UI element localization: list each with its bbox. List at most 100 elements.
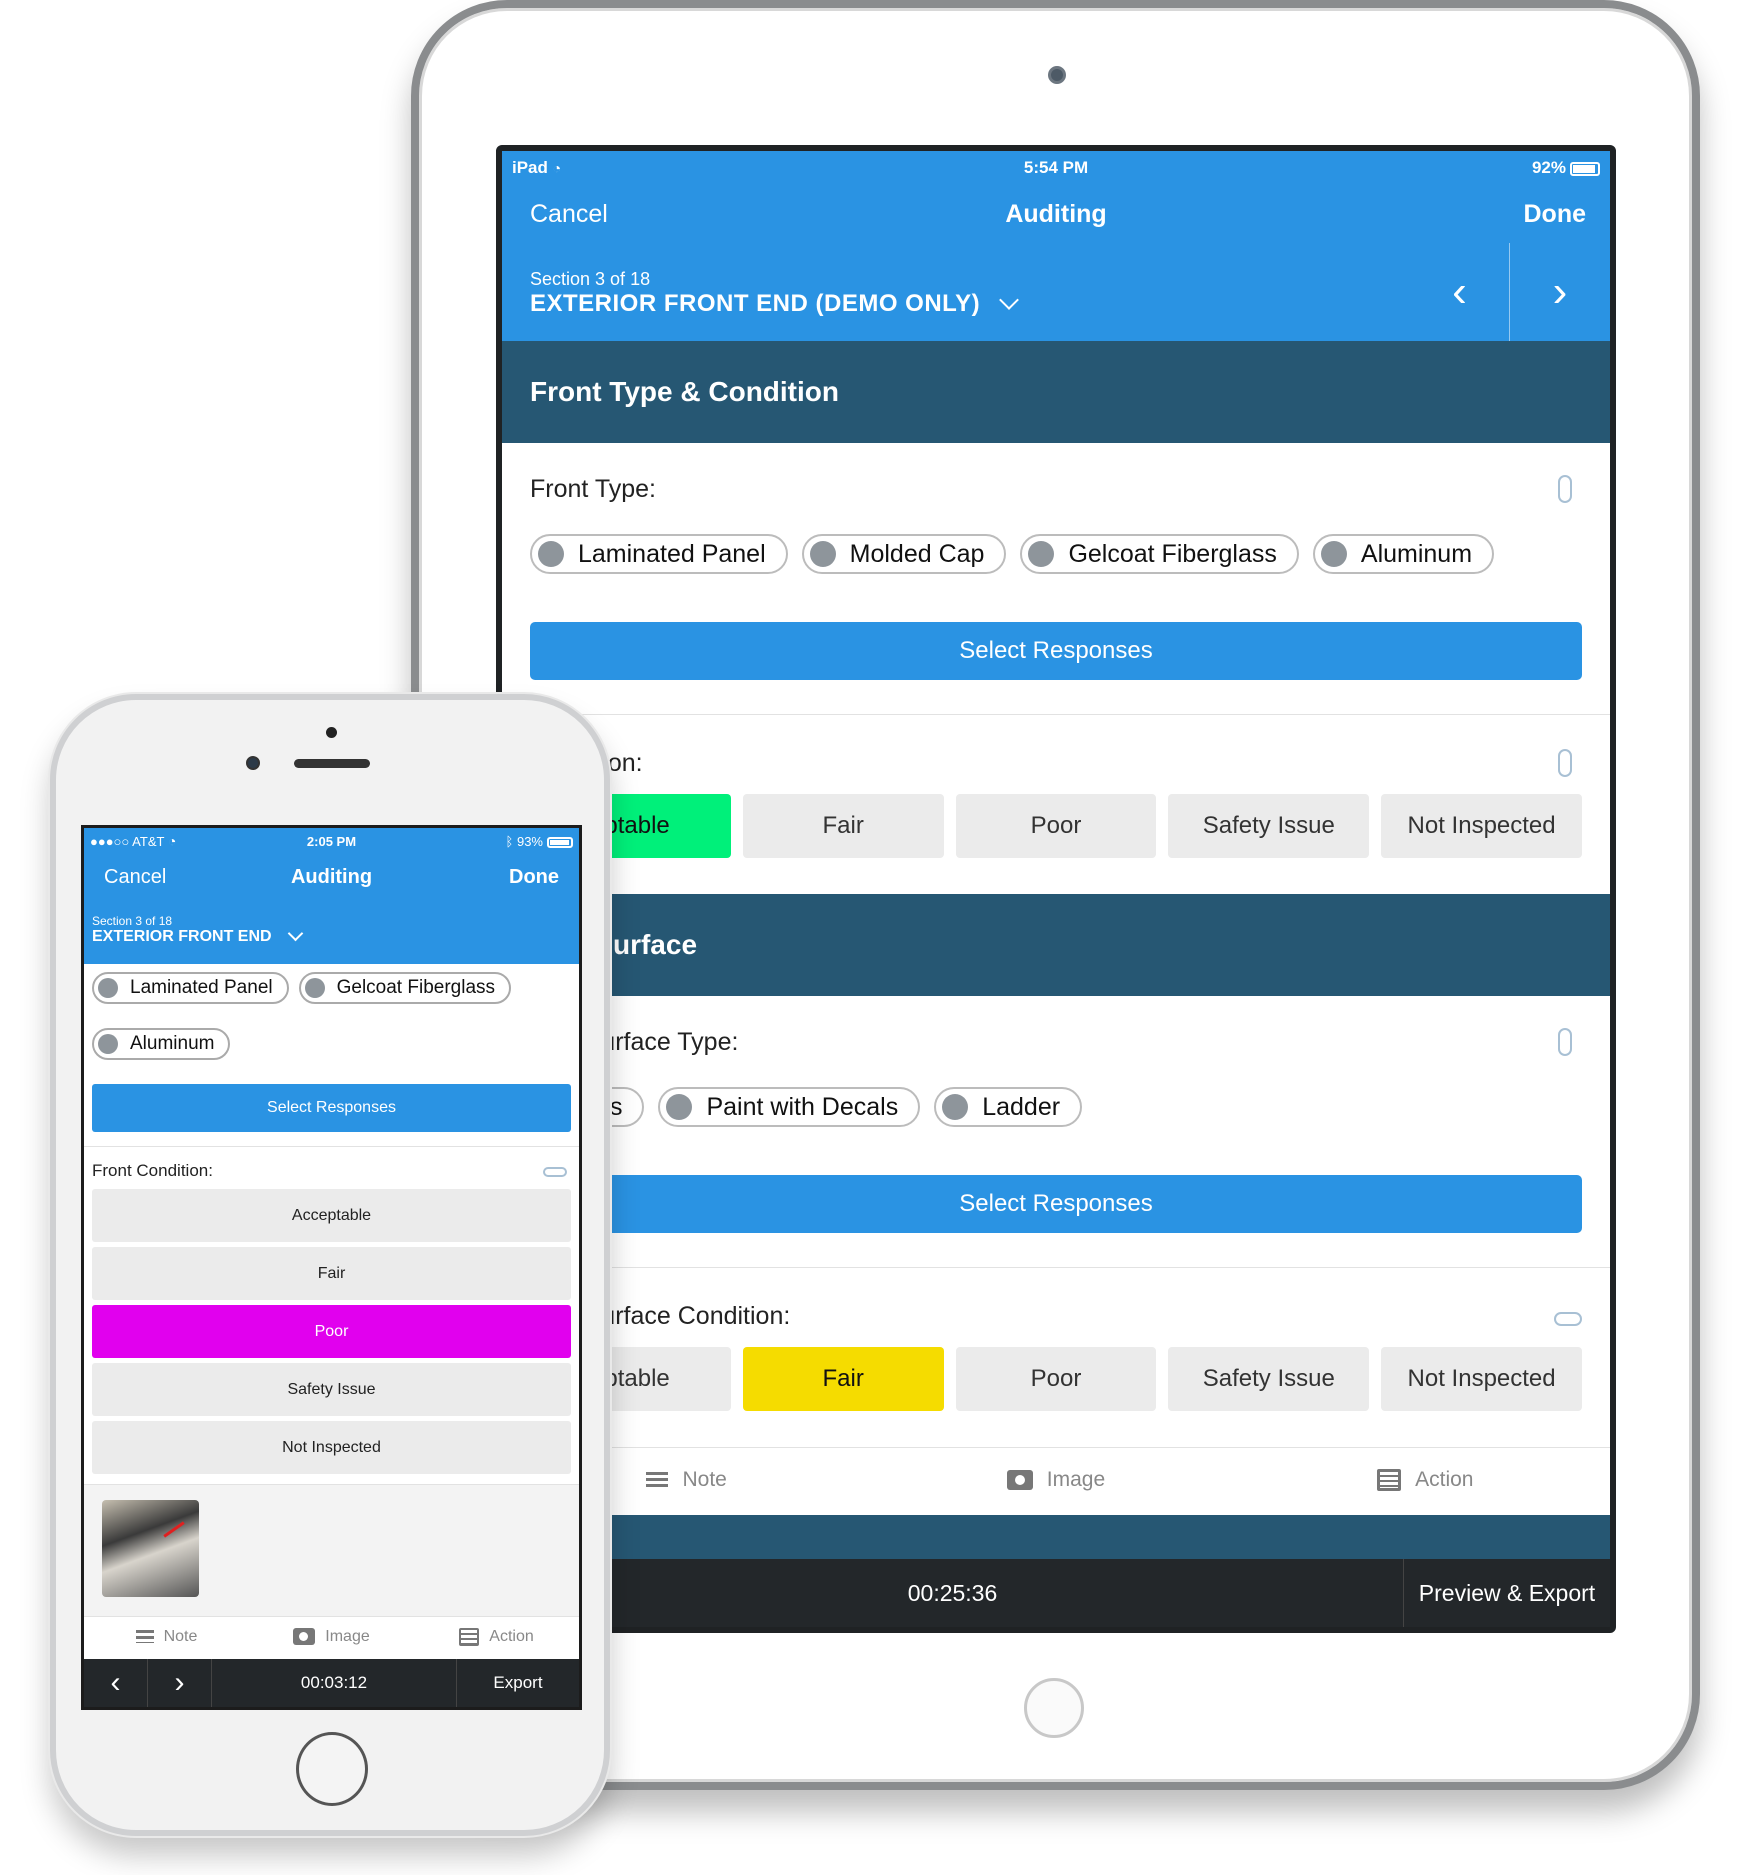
- camera-icon: [293, 1628, 316, 1645]
- radio-dot-icon: [942, 1094, 969, 1120]
- chip-label: Paint with Decals: [706, 1092, 899, 1121]
- select-responses-button[interactable]: Select Responses: [530, 1175, 1582, 1233]
- condition-option[interactable]: Not Inspected: [92, 1421, 571, 1474]
- chevron-down-icon[interactable]: [999, 290, 1020, 310]
- question-condition: Condition: eptable Fair Poor Safety Issu…: [502, 715, 1610, 858]
- section-name: EXTERIOR FRONT END (DEMO ONLY): [530, 290, 981, 317]
- page-title: Auditing: [290, 865, 373, 888]
- option-chip[interactable]: Paint with Decals: [658, 1087, 921, 1127]
- chevron-left-icon: ‹: [110, 1666, 121, 1699]
- note-label: Note: [682, 1467, 727, 1491]
- option-chip[interactable]: Gelcoat Fiberglass: [1020, 534, 1299, 574]
- section-name: EXTERIOR FRONT END: [92, 928, 272, 945]
- option-chip[interactable]: Gelcoat Fiberglass: [298, 972, 512, 1004]
- condition-option[interactable]: Not Inspected: [1381, 794, 1582, 858]
- photo-thumbnail[interactable]: [102, 1500, 199, 1597]
- battery-icon: [547, 836, 573, 848]
- question-wall-surface-condition: Wall Surface Condition: eptable Fair Poo…: [502, 1268, 1610, 1411]
- image-button[interactable]: Image: [249, 1628, 414, 1646]
- action-button[interactable]: Action: [1241, 1468, 1610, 1492]
- paperclip-icon[interactable]: [1558, 1028, 1572, 1056]
- paperclip-icon[interactable]: [1554, 1312, 1582, 1326]
- export-button[interactable]: Export: [456, 1659, 579, 1707]
- item-actions-bar: Note Image Action: [502, 1447, 1610, 1511]
- note-button[interactable]: Note: [84, 1628, 249, 1646]
- chip-label: Gelcoat Fiberglass: [1068, 539, 1277, 568]
- condition-option[interactable]: Fair: [742, 794, 944, 858]
- condition-option[interactable]: Safety Issue: [92, 1363, 571, 1416]
- chevron-down-icon[interactable]: [287, 925, 303, 941]
- radio-dot-icon: [304, 978, 325, 998]
- device-label: iPad: [512, 158, 548, 177]
- page-title: Auditing: [1005, 199, 1107, 228]
- radio-dot-icon: [1028, 541, 1055, 567]
- audit-timer: 00:25:36: [907, 1579, 998, 1606]
- condition-option[interactable]: Fair: [92, 1247, 571, 1300]
- cancel-button[interactable]: Cancel: [104, 866, 166, 889]
- action-button[interactable]: Action: [414, 1627, 579, 1646]
- question-wall-surface-type: Wall Surface Type: cals Paint with Decal…: [502, 996, 1610, 1233]
- radio-dot-icon: [98, 978, 118, 998]
- ipad-home-button[interactable]: [1024, 1678, 1084, 1738]
- condition-option-selected[interactable]: Poor: [92, 1305, 571, 1358]
- radio-dot-icon: [538, 541, 564, 567]
- action-list-icon: [1377, 1468, 1402, 1491]
- condition-option[interactable]: Acceptable: [92, 1189, 571, 1242]
- select-responses-button[interactable]: Select Responses: [92, 1084, 571, 1132]
- condition-option[interactable]: Not Inspected: [1381, 1347, 1582, 1411]
- previous-section-button[interactable]: ‹: [1410, 243, 1510, 341]
- wifi-icon: ◔: [552, 160, 562, 176]
- preview-export-button[interactable]: Preview & Export: [1403, 1559, 1610, 1627]
- paperclip-icon[interactable]: [543, 1167, 567, 1177]
- previous-section-button[interactable]: ‹: [84, 1659, 148, 1707]
- condition-option-selected[interactable]: Fair: [742, 1347, 944, 1411]
- next-section-button[interactable]: ›: [148, 1659, 212, 1707]
- section-selector[interactable]: Section 3 of 18 EXTERIOR FRONT END (DEMO…: [502, 243, 1610, 341]
- option-chip[interactable]: Aluminum: [92, 1028, 231, 1060]
- iphone-footer-bar: ‹ › 00:03:12 Export: [84, 1659, 579, 1707]
- cancel-button[interactable]: Cancel: [530, 200, 608, 229]
- option-chip[interactable]: Laminated Panel: [530, 534, 788, 574]
- done-button[interactable]: Done: [1524, 200, 1587, 229]
- iphone-home-button[interactable]: [296, 1732, 368, 1806]
- option-chip[interactable]: Laminated Panel: [92, 972, 289, 1004]
- question-front-type: Front Type: Laminated Panel Molded Cap G…: [502, 443, 1610, 680]
- question-label: Wall Surface Condition:: [530, 1302, 791, 1330]
- iphone-camera: [246, 756, 260, 770]
- option-chip[interactable]: Aluminum: [1312, 534, 1495, 574]
- paperclip-icon[interactable]: [1558, 749, 1572, 777]
- chip-label: Aluminum: [130, 1033, 215, 1054]
- chip-label: Laminated Panel: [578, 539, 766, 568]
- iphone-screen: ●●●○○ AT&T ◔ 2:05 PM ᛒ 93% Cancel Auditi…: [81, 825, 582, 1710]
- option-chip[interactable]: Molded Cap: [801, 534, 1007, 574]
- chip-label: Molded Cap: [849, 539, 985, 568]
- question-label: Front Type:: [530, 475, 656, 503]
- condition-option[interactable]: Safety Issue: [1168, 1347, 1370, 1411]
- option-chip[interactable]: Ladder: [934, 1087, 1083, 1127]
- action-label: Action: [489, 1627, 534, 1645]
- condition-option[interactable]: Safety Issue: [1168, 794, 1370, 858]
- select-responses-button[interactable]: Select Responses: [530, 622, 1582, 680]
- chevron-right-icon: ›: [1552, 267, 1568, 316]
- action-label: Action: [1415, 1467, 1474, 1491]
- section-counter: Section 3 of 18: [92, 914, 173, 928]
- note-icon: [646, 1471, 669, 1488]
- section-selector[interactable]: Section 3 of 18 EXTERIOR FRONT END: [84, 900, 579, 964]
- bluetooth-icon: ᛒ: [505, 833, 514, 849]
- image-button[interactable]: Image: [871, 1468, 1240, 1492]
- audit-timer: 00:03:12: [300, 1673, 368, 1692]
- chevron-right-icon: ›: [174, 1666, 185, 1699]
- question-label: Front Condition:: [92, 1161, 213, 1180]
- chip-label: Gelcoat Fiberglass: [336, 977, 496, 998]
- question-front-condition: Front Condition:: [92, 1147, 571, 1189]
- condition-option[interactable]: Poor: [955, 1347, 1157, 1411]
- done-button[interactable]: Done: [509, 866, 559, 889]
- ipad-footer-bar: 00:25:36 Preview & Export: [502, 1559, 1610, 1627]
- wifi-icon: ◔: [167, 833, 177, 849]
- status-time: 2:05 PM: [306, 833, 357, 849]
- next-section-button[interactable]: ›: [1510, 243, 1610, 341]
- paperclip-icon[interactable]: [1558, 475, 1572, 503]
- camera-icon: [1006, 1469, 1033, 1490]
- image-label: Image: [325, 1627, 370, 1645]
- condition-option[interactable]: Poor: [955, 794, 1157, 858]
